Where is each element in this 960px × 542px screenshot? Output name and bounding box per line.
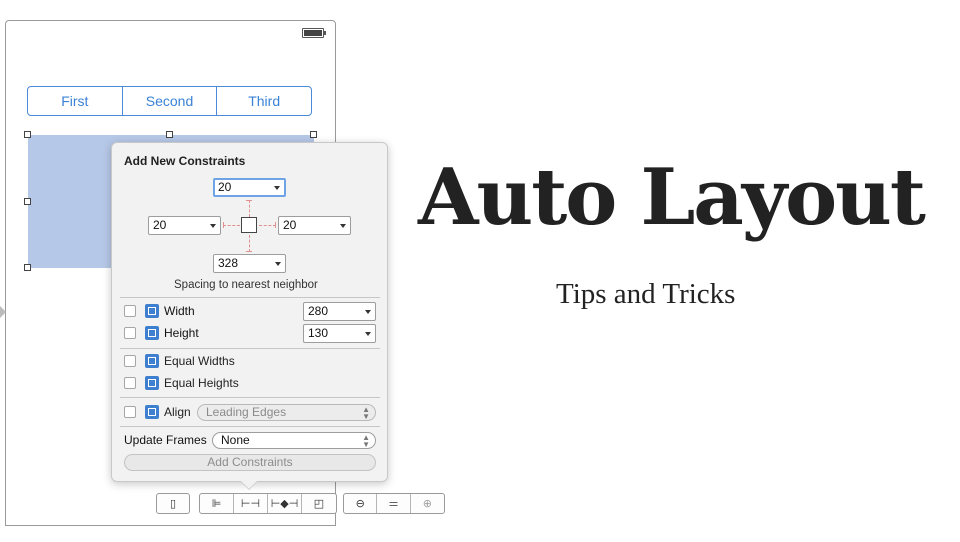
segment-third[interactable]: Third bbox=[217, 87, 311, 115]
align-popup-value: Leading Edges bbox=[206, 405, 287, 419]
zoom-in-icon[interactable]: ⊕ bbox=[411, 494, 444, 513]
align-popup[interactable]: Leading Edges ▲ ▼ bbox=[197, 404, 376, 421]
equal-heights-icon bbox=[145, 376, 159, 390]
align-checkbox[interactable] bbox=[124, 406, 136, 418]
zoom-actual-icon[interactable]: ＝ bbox=[377, 494, 411, 513]
segmented-control[interactable]: First Second Third bbox=[27, 86, 312, 116]
align-icon[interactable]: ⊫ bbox=[200, 494, 234, 513]
resize-handle-bottom-left[interactable] bbox=[24, 264, 31, 271]
right-spacing-value: 20 bbox=[283, 218, 297, 232]
left-spacing-value: 20 bbox=[153, 218, 167, 232]
bottom-strut-cap bbox=[246, 251, 252, 252]
popover-arrow bbox=[240, 480, 258, 489]
scene-entry-arrow-icon bbox=[0, 306, 6, 318]
divider bbox=[120, 348, 380, 349]
equal-widths-label: Equal Widths bbox=[164, 354, 235, 368]
right-spacing-field[interactable]: 20 bbox=[278, 216, 351, 235]
chevron-down-icon[interactable] bbox=[210, 224, 216, 228]
top-spacing-value: 20 bbox=[218, 180, 232, 194]
updown-chevron-icon: ▲ ▼ bbox=[362, 433, 370, 449]
resize-handle-top-left[interactable] bbox=[24, 131, 31, 138]
popover-title: Add New Constraints bbox=[124, 154, 246, 168]
chevron-down-icon[interactable] bbox=[274, 186, 280, 190]
divider bbox=[120, 426, 380, 427]
width-label: Width bbox=[164, 304, 195, 318]
height-label: Height bbox=[164, 326, 199, 340]
resize-handle-middle-left[interactable] bbox=[24, 198, 31, 205]
headline-title: Auto Layout bbox=[418, 152, 926, 243]
height-checkbox[interactable] bbox=[124, 327, 136, 339]
toolbar-zoom-group: ⊖ ＝ ⊕ bbox=[343, 493, 445, 514]
update-frames-label: Update Frames bbox=[124, 433, 207, 447]
toolbar-layout-group: ⊫ ⊢⊣ ⊢◆⊣ ◰ bbox=[199, 493, 337, 514]
chevron-down-icon[interactable] bbox=[365, 310, 371, 314]
headline-subtitle: Tips and Tricks bbox=[556, 278, 736, 310]
left-constraint-strut[interactable] bbox=[223, 225, 240, 226]
update-frames-value: None bbox=[221, 433, 250, 447]
equal-heights-checkbox[interactable] bbox=[124, 377, 136, 389]
align-label: Align bbox=[164, 405, 191, 419]
equal-heights-label: Equal Heights bbox=[164, 376, 239, 390]
segment-first[interactable]: First bbox=[28, 87, 123, 115]
segment-second[interactable]: Second bbox=[123, 87, 218, 115]
height-value-field[interactable]: 130 bbox=[303, 324, 376, 343]
align-icon bbox=[145, 405, 159, 419]
equal-widths-icon bbox=[145, 354, 159, 368]
zoom-out-icon[interactable]: ⊖ bbox=[344, 494, 378, 513]
spacing-caption: Spacing to nearest neighbor bbox=[174, 279, 318, 291]
battery-icon bbox=[302, 28, 326, 38]
bottom-constraint-strut[interactable] bbox=[249, 235, 250, 252]
add-constraints-popover: Add New Constraints 20 20 20 328 Spacing… bbox=[111, 142, 388, 482]
divider bbox=[120, 397, 380, 398]
right-constraint-strut[interactable] bbox=[259, 225, 276, 226]
height-value: 130 bbox=[308, 326, 329, 340]
resolve-icon[interactable]: ⊢◆⊣ bbox=[268, 494, 302, 513]
chevron-down-icon[interactable] bbox=[365, 332, 371, 336]
add-constraints-button[interactable]: Add Constraints bbox=[124, 454, 376, 471]
width-value: 280 bbox=[308, 304, 329, 318]
resize-handle-top-center[interactable] bbox=[166, 131, 173, 138]
chevron-down-icon[interactable] bbox=[275, 262, 281, 266]
width-checkbox[interactable] bbox=[124, 305, 136, 317]
constraint-target-box bbox=[241, 217, 257, 233]
update-frames-popup[interactable]: None ▲ ▼ bbox=[212, 432, 376, 449]
left-strut-cap bbox=[223, 222, 224, 228]
right-strut-cap bbox=[275, 222, 276, 228]
phone-icon[interactable]: ▯ bbox=[157, 494, 189, 513]
width-constraint-icon bbox=[145, 304, 159, 318]
left-spacing-field[interactable]: 20 bbox=[148, 216, 221, 235]
height-constraint-icon bbox=[145, 326, 159, 340]
top-spacing-field[interactable]: 20 bbox=[213, 178, 286, 197]
bottom-spacing-value: 328 bbox=[218, 256, 239, 270]
updown-chevron-icon: ▲ ▼ bbox=[362, 405, 370, 421]
equal-widths-checkbox[interactable] bbox=[124, 355, 136, 367]
bottom-spacing-field[interactable]: 328 bbox=[213, 254, 286, 273]
resize-handle-top-right[interactable] bbox=[310, 131, 317, 138]
chevron-down-icon[interactable] bbox=[340, 224, 346, 228]
divider bbox=[120, 297, 380, 298]
width-value-field[interactable]: 280 bbox=[303, 302, 376, 321]
top-constraint-strut[interactable] bbox=[249, 200, 250, 217]
top-strut-cap bbox=[246, 200, 252, 201]
toolbar-device-group: ▯ bbox=[156, 493, 190, 514]
pin-icon[interactable]: ⊢⊣ bbox=[234, 494, 268, 513]
resize-icon[interactable]: ◰ bbox=[302, 494, 336, 513]
